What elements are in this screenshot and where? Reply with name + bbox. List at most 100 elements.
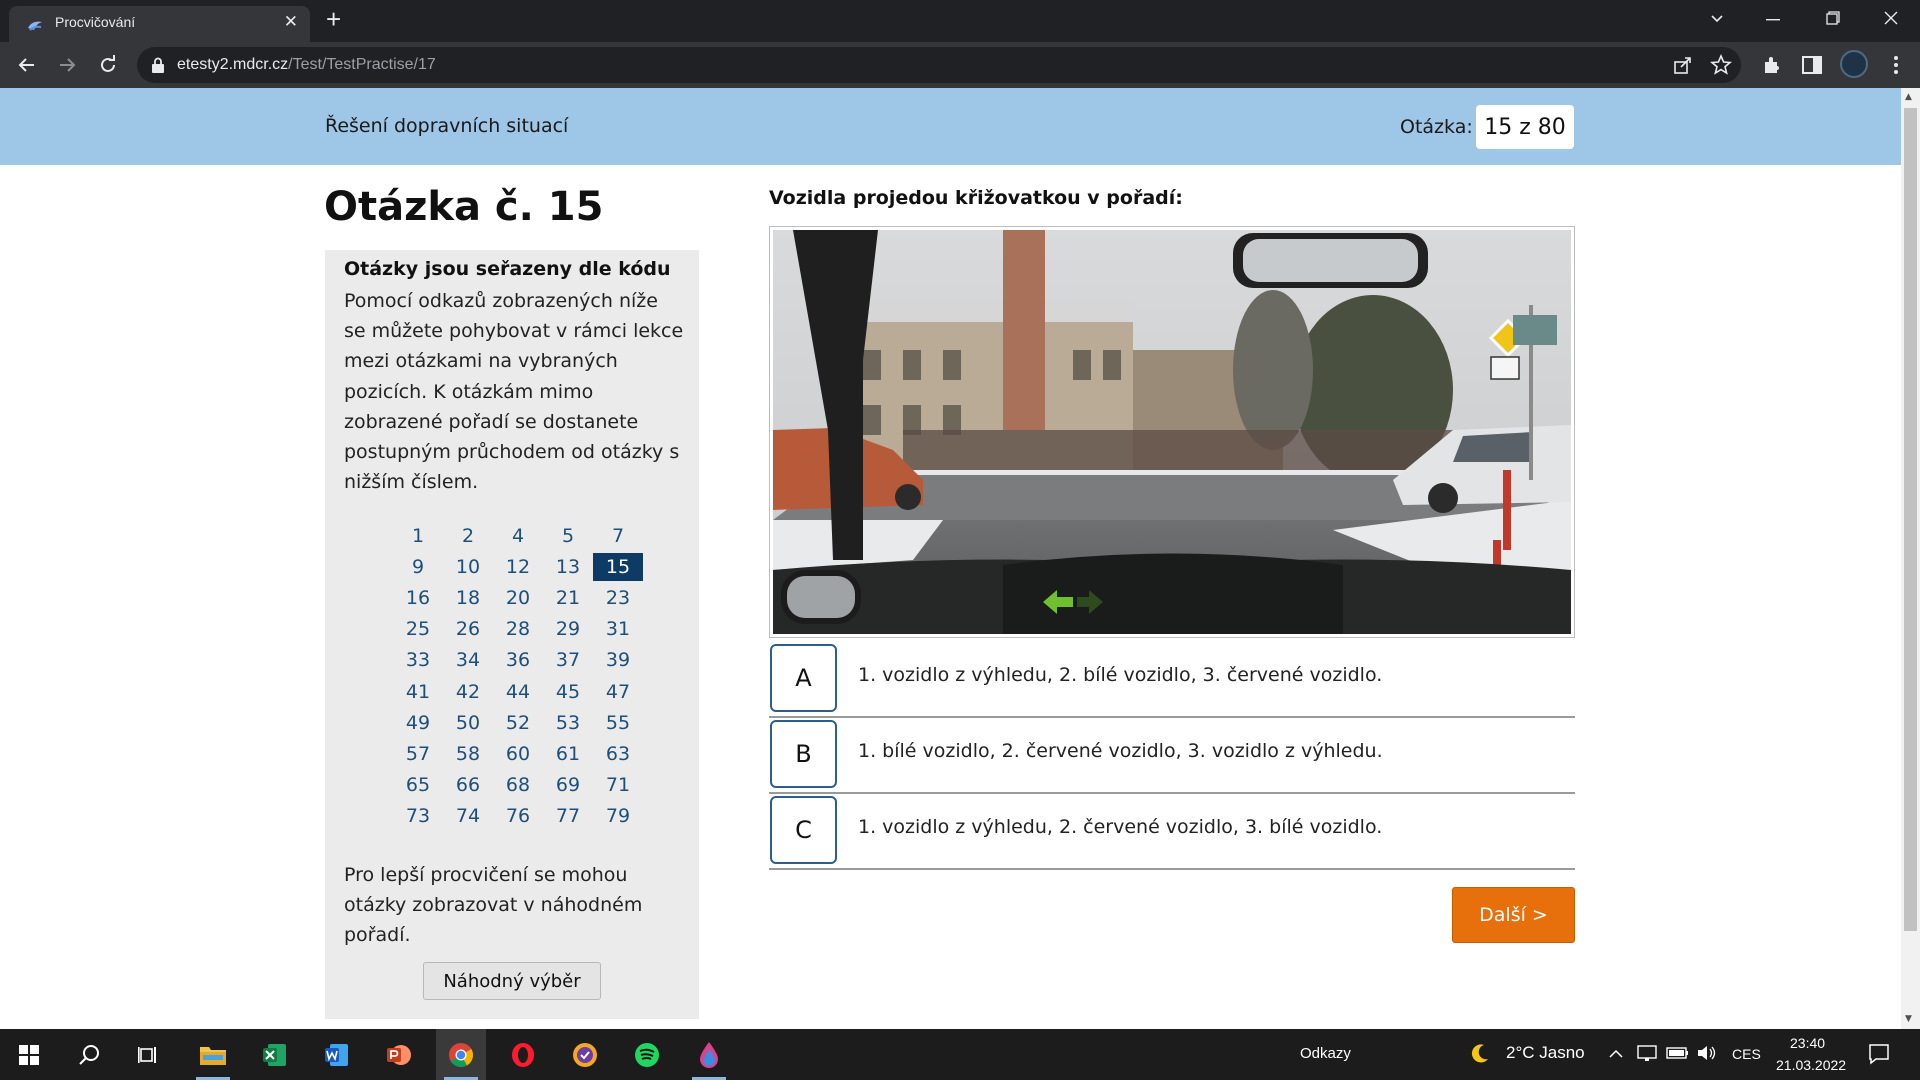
question-link[interactable]: 71 [593, 771, 643, 799]
answer-text[interactable]: 1. vozidlo z výhledu, 2. červené vozidlo… [858, 816, 1382, 838]
address-bar[interactable]: etesty2.mdcr.cz/Test/TestPractise/17 [137, 47, 1741, 83]
share-icon[interactable] [1671, 53, 1695, 77]
browser-menu-icon[interactable] [1884, 53, 1908, 77]
clock-date[interactable]: 21.03.2022 [1776, 1057, 1846, 1073]
question-link[interactable]: 65 [393, 771, 443, 799]
question-link[interactable]: 37 [543, 646, 593, 674]
profile-avatar[interactable] [1840, 50, 1868, 78]
back-icon[interactable] [14, 52, 40, 78]
question-link[interactable]: 73 [393, 802, 443, 830]
windows-start-icon[interactable] [4, 1029, 54, 1080]
question-link[interactable]: 2 [443, 522, 493, 550]
weather-status[interactable]: 2°C Jasno [1506, 1043, 1585, 1063]
battery-icon[interactable] [1666, 1045, 1690, 1061]
question-link[interactable]: 79 [593, 802, 643, 830]
question-link[interactable]: 34 [443, 646, 493, 674]
question-link[interactable]: 29 [543, 615, 593, 643]
question-link-current[interactable]: 15 [593, 553, 643, 582]
question-link[interactable]: 63 [593, 740, 643, 768]
tray-overflow-chevron-icon[interactable] [1608, 1049, 1624, 1059]
extensions-icon[interactable] [1760, 53, 1784, 77]
side-panel-icon[interactable] [1800, 53, 1824, 77]
tab-close-icon[interactable]: ✕ [284, 12, 298, 32]
question-link[interactable]: 12 [493, 553, 543, 581]
network-icon[interactable] [1636, 1043, 1658, 1063]
question-link[interactable]: 7 [593, 522, 643, 550]
forward-icon[interactable] [54, 52, 80, 78]
question-link[interactable]: 41 [393, 678, 443, 706]
chrome-icon[interactable] [436, 1029, 486, 1080]
question-link[interactable]: 74 [443, 802, 493, 830]
answer-option-c[interactable]: C 1. vozidlo z výhledu, 2. červené vozidl… [769, 794, 1575, 870]
minimize-icon[interactable] [1766, 18, 1780, 22]
question-link[interactable]: 47 [593, 678, 643, 706]
answer-letter-button[interactable]: B [770, 720, 837, 788]
question-link[interactable]: 53 [543, 709, 593, 737]
answer-text[interactable]: 1. bílé vozidlo, 2. červené vozidlo, 3. … [858, 740, 1383, 762]
question-link[interactable]: 33 [393, 646, 443, 674]
question-link[interactable]: 20 [493, 584, 543, 612]
question-link[interactable]: 69 [543, 771, 593, 799]
question-link[interactable]: 49 [393, 709, 443, 737]
question-link[interactable]: 1 [393, 522, 443, 550]
question-link[interactable]: 57 [393, 740, 443, 768]
question-link[interactable]: 26 [443, 615, 493, 643]
question-link[interactable]: 50 [443, 709, 493, 737]
random-selection-button[interactable]: Náhodný výběr [423, 962, 601, 1000]
answer-letter-button[interactable]: C [770, 796, 837, 864]
bookmark-star-icon[interactable] [1709, 53, 1733, 77]
question-link[interactable]: 28 [493, 615, 543, 643]
question-link[interactable]: 31 [593, 615, 643, 643]
next-question-button[interactable]: Další > [1452, 887, 1575, 943]
brave-icon[interactable] [560, 1029, 610, 1080]
question-link[interactable]: 52 [493, 709, 543, 737]
file-explorer-icon[interactable] [188, 1029, 238, 1080]
question-link[interactable]: 76 [493, 802, 543, 830]
question-link[interactable]: 77 [543, 802, 593, 830]
question-link[interactable]: 42 [443, 678, 493, 706]
taskbar-links-toolbar[interactable]: Odkazy [1300, 1045, 1351, 1062]
notification-center-icon[interactable] [1868, 1043, 1890, 1065]
excel-icon[interactable] [250, 1029, 300, 1080]
spotify-icon[interactable] [622, 1029, 672, 1080]
question-link[interactable]: 21 [543, 584, 593, 612]
scrollbar-thumb[interactable] [1904, 108, 1917, 931]
volume-icon[interactable] [1696, 1043, 1718, 1063]
question-link[interactable]: 4 [493, 522, 543, 550]
question-link[interactable]: 5 [543, 522, 593, 550]
question-link[interactable]: 18 [443, 584, 493, 612]
weather-moon-icon[interactable] [1470, 1043, 1490, 1065]
question-link[interactable]: 13 [543, 553, 593, 581]
question-link[interactable]: 58 [443, 740, 493, 768]
browser-tab[interactable]: Procvičování ✕ [9, 6, 310, 42]
search-icon[interactable] [64, 1029, 114, 1080]
answer-option-b[interactable]: B 1. bílé vozidlo, 2. červené vozidlo, 3.… [769, 718, 1575, 794]
answer-option-a[interactable]: A 1. vozidlo z výhledu, 2. bílé vozidlo, … [769, 642, 1575, 718]
answer-text[interactable]: 1. vozidlo z výhledu, 2. bílé vozidlo, 3… [858, 664, 1382, 686]
question-link[interactable]: 36 [493, 646, 543, 674]
reload-icon[interactable] [95, 52, 121, 78]
tab-search-icon[interactable] [1710, 12, 1724, 26]
restore-icon[interactable] [1826, 11, 1840, 25]
question-link[interactable]: 60 [493, 740, 543, 768]
question-link[interactable]: 66 [443, 771, 493, 799]
question-link[interactable]: 44 [493, 678, 543, 706]
url-text[interactable]: etesty2.mdcr.cz/Test/TestPractise/17 [177, 56, 436, 74]
question-link[interactable]: 61 [543, 740, 593, 768]
question-link[interactable]: 23 [593, 584, 643, 612]
powerpoint-icon[interactable] [374, 1029, 424, 1080]
input-language-indicator[interactable]: CES [1732, 1046, 1761, 1062]
question-link[interactable]: 25 [393, 615, 443, 643]
question-link[interactable]: 55 [593, 709, 643, 737]
question-link[interactable]: 68 [493, 771, 543, 799]
clock-time[interactable]: 23:40 [1790, 1035, 1825, 1051]
scroll-up-arrow-icon[interactable]: ▲ [1905, 92, 1912, 102]
word-icon[interactable] [312, 1029, 362, 1080]
new-tab-button[interactable]: + [326, 4, 341, 35]
question-link[interactable]: 16 [393, 584, 443, 612]
paint-drop-icon[interactable] [684, 1029, 734, 1080]
question-link[interactable]: 9 [393, 553, 443, 581]
close-window-icon[interactable] [1884, 11, 1898, 25]
page-scrollbar[interactable]: ▲ ▼ [1901, 88, 1920, 1029]
opera-icon[interactable] [498, 1029, 548, 1080]
